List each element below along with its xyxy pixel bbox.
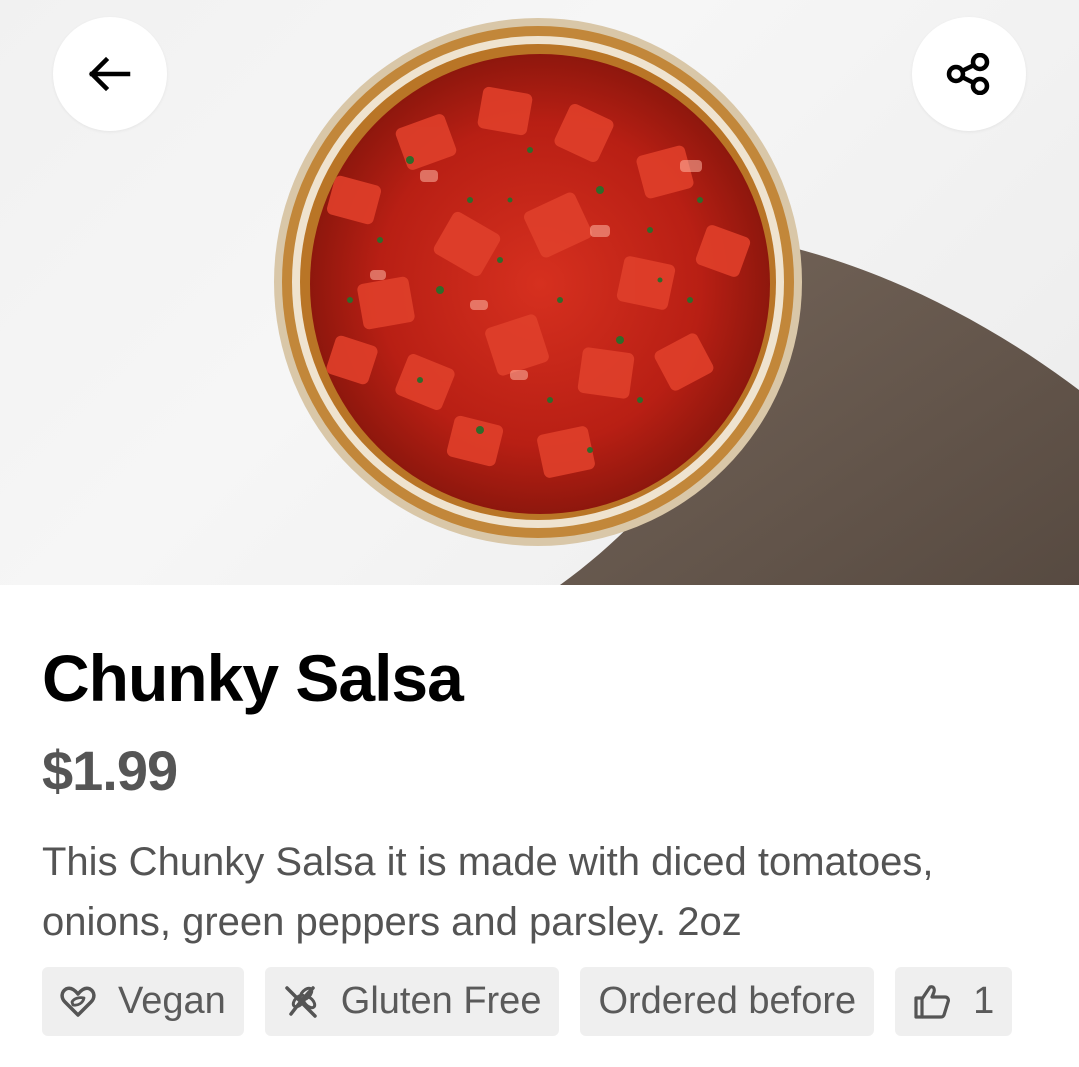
tag-label: Ordered before — [598, 980, 857, 1022]
share-icon — [946, 53, 990, 95]
wheat-crossed-icon — [283, 984, 319, 1020]
tag-vegan: Vegan — [42, 967, 244, 1036]
item-description: This Chunky Salsa it is made with diced … — [42, 840, 934, 944]
thumbs-up-icon — [913, 984, 951, 1020]
tag-likes: 1 — [895, 967, 1013, 1036]
item-price: $1.99 — [42, 739, 178, 802]
tag-ordered-before: Ordered before — [580, 967, 875, 1036]
tag-label: Vegan — [118, 980, 226, 1022]
tag-list: Vegan Gluten Free Ordered before 1 — [42, 967, 1013, 1036]
item-title: Chunky Salsa — [42, 641, 464, 715]
arrow-left-icon — [88, 56, 131, 92]
item-photo — [0, 0, 1079, 585]
tag-label: Gluten Free — [340, 980, 542, 1022]
heart-leaf-icon — [60, 985, 96, 1018]
tag-label: 1 — [973, 980, 995, 1022]
tag-gluten-free: Gluten Free — [264, 967, 560, 1036]
share-button[interactable] — [912, 17, 1026, 131]
back-button[interactable] — [53, 17, 167, 131]
